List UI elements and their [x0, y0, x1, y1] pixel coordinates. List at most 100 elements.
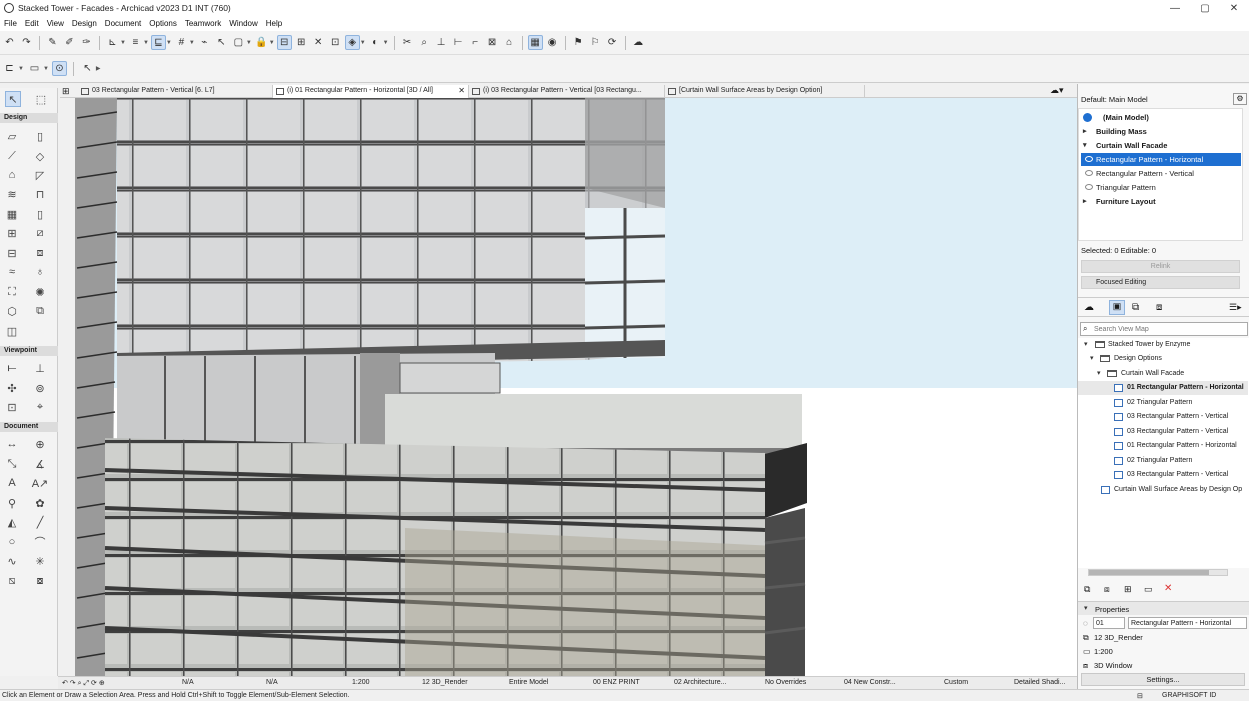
line-tool-icon[interactable]: ╱ — [32, 514, 48, 530]
sync-icon[interactable]: ⟳ — [605, 35, 620, 50]
delete-icon[interactable]: ✕ — [1164, 583, 1172, 594]
layer-icon[interactable]: ⊾ — [105, 35, 120, 50]
drawing-tool-icon[interactable]: ⧇ — [32, 573, 48, 589]
tree-item-view[interactable]: 03 Rectangular Pattern - Vertical — [1078, 410, 1248, 424]
eye-icon[interactable] — [1085, 170, 1093, 176]
zone-tool-icon[interactable]: ⛶ — [4, 284, 20, 300]
close-button[interactable]: ✕ — [1219, 0, 1249, 17]
trim-icon[interactable]: ⊥ — [434, 35, 449, 50]
close-tab-icon[interactable]: ✕ — [458, 85, 465, 97]
search-input[interactable] — [1094, 324, 1244, 335]
dimension-style-value[interactable]: Custom — [944, 679, 968, 686]
wall-tool-icon[interactable]: ▱ — [4, 128, 20, 144]
render-icon[interactable]: ◐ — [368, 35, 383, 50]
undo-icon[interactable]: ↶ — [2, 35, 17, 50]
search-view-map[interactable]: ⌕ — [1080, 322, 1248, 336]
redo-icon[interactable]: ↷ — [19, 35, 34, 50]
view-map-icon[interactable]: ▣ — [1109, 300, 1125, 315]
door-tool-icon[interactable]: ▯ — [32, 206, 48, 222]
home-icon[interactable]: ⌂ — [502, 35, 517, 50]
menu-window[interactable]: Window — [225, 17, 261, 30]
circle-tool-icon[interactable]: ○ — [4, 534, 20, 550]
tab-rectangular-horizontal-3d[interactable]: (i) 01 Rectangular Pattern - Horizontal … — [273, 85, 469, 98]
graphic-override-value[interactable]: No Overrides — [765, 679, 806, 686]
navigator-menu-icon[interactable]: ☰▸ — [1229, 302, 1242, 313]
menu-teamwork[interactable]: Teamwork — [181, 17, 225, 30]
window-icon[interactable]: ⊟ — [1137, 692, 1143, 700]
beam-tool-icon[interactable]: ⟋ — [4, 148, 20, 164]
view-3d-icon[interactable]: ◈ — [344, 35, 360, 50]
intersect-icon[interactable]: ⊠ — [485, 35, 500, 50]
adjust-icon[interactable]: ⊢ — [451, 35, 466, 50]
group-building-mass[interactable]: ▸ Building Mass — [1081, 125, 1241, 138]
design-options-settings-icon[interactable]: ⚙ — [1233, 93, 1247, 105]
option-rectangular-horizontal[interactable]: Rectangular Pattern - Horizontal — [1081, 153, 1241, 166]
fillet-icon[interactable]: ⌐ — [468, 35, 483, 50]
lock-icon[interactable]: 🔒 — [254, 35, 269, 50]
tree-item-view[interactable]: 03 Rectangular Pattern - Vertical — [1078, 425, 1248, 439]
issue-icon[interactable]: ⚐ — [588, 35, 603, 50]
group-curtain-wall-facade[interactable]: ▾ Curtain Wall Facade — [1081, 139, 1241, 152]
orbit-icon[interactable]: ⊙ — [51, 61, 67, 76]
line-type-icon[interactable]: ≡ — [128, 35, 143, 50]
tree-folder-curtain-wall[interactable]: ▾ Curtain Wall Facade — [1078, 367, 1248, 381]
new-view-icon[interactable]: ⧉ — [1084, 584, 1090, 595]
model-view-option-value[interactable]: 02 Architecture... — [674, 679, 727, 686]
project-map-icon[interactable]: ☁ — [1084, 302, 1094, 313]
properties-header[interactable]: ▾ Properties — [1078, 601, 1249, 615]
skylight-tool-icon[interactable]: ⧄ — [32, 225, 48, 241]
zoom-icon[interactable]: ⌕ — [417, 35, 432, 50]
interior-elevation-icon[interactable]: ✣ — [4, 380, 20, 396]
menu-design[interactable]: Design — [68, 17, 101, 30]
tree-item-view[interactable]: 01 Rectangular Pattern - Horizontal — [1078, 381, 1248, 395]
minimize-button[interactable]: — — [1160, 0, 1190, 17]
pen-set-value[interactable]: 00 ENZ PRINT — [593, 679, 640, 686]
menu-edit[interactable]: Edit — [21, 17, 43, 30]
option-triangular[interactable]: Triangular Pattern — [1081, 181, 1241, 194]
option-rectangular-vertical[interactable]: Rectangular Pattern - Vertical — [1081, 167, 1241, 180]
level-dimension-icon[interactable]: ⊕ — [32, 436, 48, 452]
rename-icon[interactable]: ▭ — [1144, 584, 1153, 595]
spline-tool-icon[interactable]: ∿ — [4, 553, 20, 569]
column-tool-icon[interactable]: ▯ — [32, 128, 48, 144]
section-tool-icon[interactable]: ⟝ — [4, 360, 20, 376]
3d-style-value[interactable]: Detailed Shadi... — [1014, 679, 1065, 686]
tab-rectangular-vertical-section[interactable]: (i) 03 Rectangular Pattern - Vertical [0… — [469, 85, 665, 98]
tree-item-schedule[interactable]: Curtain Wall Surface Areas by Design Op — [1078, 483, 1248, 497]
flag-icon[interactable]: ⚑ — [571, 35, 586, 50]
roof-tool-icon[interactable]: ⌂ — [4, 167, 20, 183]
worksheet-tool-icon[interactable]: ⊚ — [32, 380, 48, 396]
railing-tool-icon[interactable]: ⊓ — [32, 186, 48, 202]
view-name-field[interactable]: Rectangular Pattern - Horizontal — [1128, 617, 1247, 629]
eyedropper-icon[interactable]: ✐ — [62, 35, 77, 50]
camera-tool-icon[interactable]: ⌖ — [32, 399, 48, 415]
layers-panel-icon[interactable]: ⊏ — [2, 61, 17, 76]
morph-tool-icon[interactable]: ⬡ — [4, 303, 20, 319]
trace-icon[interactable]: ⊟ — [276, 35, 292, 50]
snap-guides-icon[interactable]: ⊑ — [150, 35, 166, 50]
cursor-snap-icon[interactable]: ⌁ — [197, 35, 212, 50]
scissors-icon[interactable]: ✂ — [400, 35, 415, 50]
group-furniture-layout[interactable]: ▸ Furniture Layout — [1081, 195, 1241, 208]
panel-tool-icon[interactable]: ⧉ — [32, 303, 48, 319]
label-tool-icon[interactable]: A↗ — [32, 475, 49, 491]
opening-tool-icon[interactable]: ⊟ — [4, 245, 20, 261]
tab-curtain-wall-schedule[interactable]: [Curtain Wall Surface Areas by Design Op… — [665, 85, 865, 98]
explode-icon[interactable]: ✕ — [311, 35, 326, 50]
horizontal-scrollbar[interactable] — [1088, 569, 1228, 576]
zoom-value[interactable]: N/A — [182, 679, 194, 686]
elevation-tool-icon[interactable]: ⊥ — [32, 360, 48, 376]
dimension-tool-icon[interactable]: ↔ — [4, 436, 20, 452]
toolbox-section-viewpoint[interactable]: Viewpoint — [0, 346, 58, 356]
clone-view-icon[interactable]: ⧈ — [1104, 584, 1110, 595]
menu-document[interactable]: Document — [101, 17, 145, 30]
camera-icon[interactable]: ◉ — [545, 35, 560, 50]
angle-value[interactable]: N/A — [266, 679, 278, 686]
relink-button[interactable]: Relink — [1081, 260, 1240, 273]
3d-viewport[interactable] — [75, 98, 1077, 676]
maximize-button[interactable]: ▢ — [1190, 0, 1220, 17]
view-id-field[interactable]: 01 — [1093, 617, 1125, 629]
select-arrow-icon[interactable]: ↖ — [214, 35, 229, 50]
fill-tool-icon[interactable]: ◭ — [4, 514, 20, 530]
floor-plan-icon[interactable]: ▭ — [27, 61, 42, 76]
